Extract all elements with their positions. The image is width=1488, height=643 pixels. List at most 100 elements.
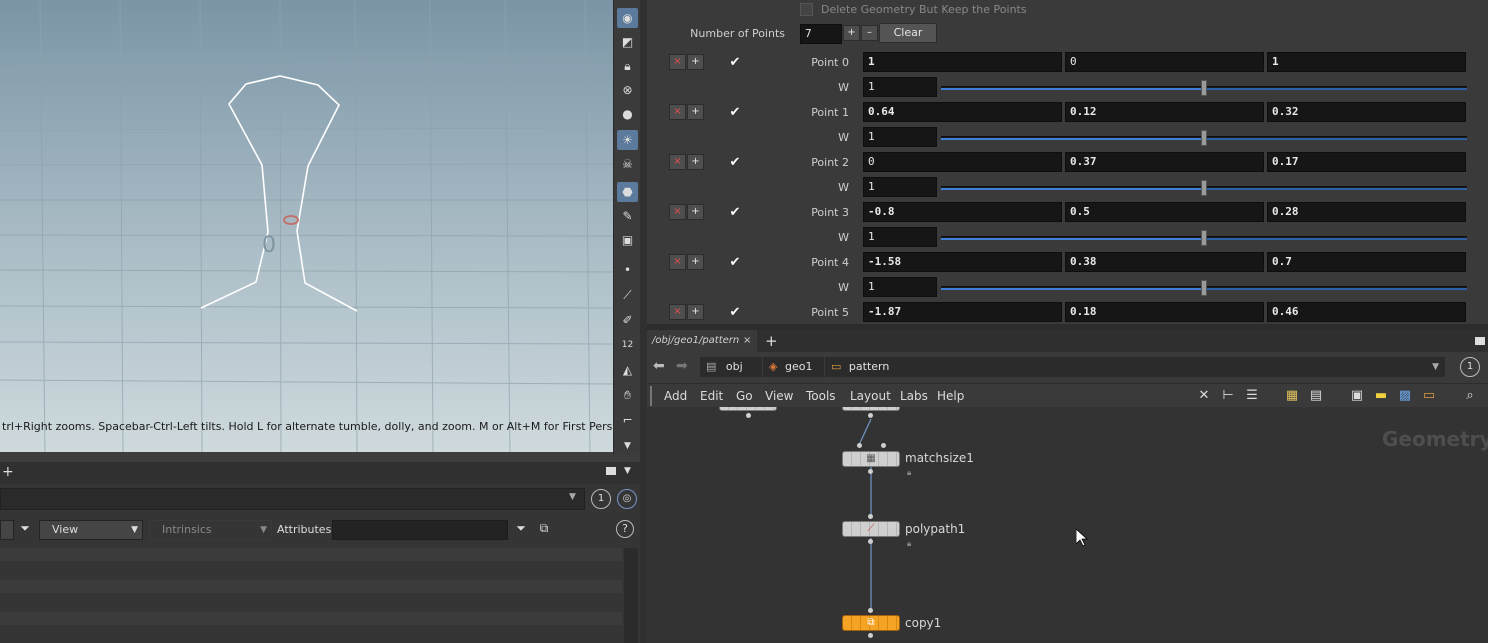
menu-tools[interactable]: Tools	[806, 384, 836, 408]
point-enable-checkbox[interactable]: ✔	[728, 106, 742, 120]
point-enable-checkbox[interactable]: ✔	[728, 56, 742, 70]
point-enable-checkbox[interactable]: ✔	[728, 156, 742, 170]
menu-add[interactable]: Add	[664, 384, 687, 408]
breadcrumb-geo1[interactable]: ◈ geo1	[763, 357, 824, 377]
delete-geometry-checkbox[interactable]	[800, 3, 813, 16]
scene-viewport[interactable]: 0 trl+Right zooms. Spacebar-Ctrl-Left ti…	[0, 0, 613, 455]
point-z-field[interactable]: 0.28	[1267, 202, 1466, 222]
point-weight-field[interactable]: 1	[863, 177, 937, 197]
weight-slider[interactable]	[941, 80, 1467, 96]
search-icon[interactable]: ⌕	[1462, 388, 1478, 404]
grid-icon[interactable]: ▤	[1308, 388, 1324, 404]
remove-point-button[interactable]: ×	[669, 304, 686, 320]
menu-go[interactable]: Go	[736, 384, 753, 408]
lock-icon[interactable]: 🔒︎	[617, 56, 638, 76]
weight-slider-handle[interactable]	[1201, 80, 1207, 96]
weight-slider[interactable]	[941, 130, 1467, 146]
point-x-field[interactable]: -1.87	[863, 302, 1062, 322]
point-y-field[interactable]: 0.12	[1065, 102, 1264, 122]
maximize-icon[interactable]	[606, 467, 616, 475]
point-weight-field[interactable]: 1	[863, 227, 937, 247]
number-of-points-field[interactable]: 7	[800, 24, 842, 44]
skull-icon[interactable]: ☠	[617, 154, 638, 174]
point-x-field[interactable]: 0	[863, 152, 1062, 172]
add-point-button[interactable]: +	[843, 25, 860, 41]
menu-labs[interactable]: Labs	[900, 384, 928, 408]
point-z-field[interactable]: 1	[1267, 52, 1466, 72]
network-box-icon[interactable]: ▭	[1421, 388, 1437, 404]
list-icon[interactable]: ☰	[1244, 388, 1260, 404]
point-enable-checkbox[interactable]: ✔	[728, 206, 742, 220]
forward-arrow-icon[interactable]: ➡	[676, 358, 688, 374]
brush-icon[interactable]: ⟋	[617, 285, 638, 305]
weight-slider-handle[interactable]	[1201, 230, 1207, 246]
image-icon[interactable]: ▩	[1397, 388, 1413, 404]
weight-slider-handle[interactable]	[1201, 130, 1207, 146]
eye-icon[interactable]: ◉	[617, 8, 638, 28]
dot-icon[interactable]: •	[617, 260, 638, 280]
weight-slider[interactable]	[941, 180, 1467, 196]
menu-view[interactable]: View	[765, 384, 793, 408]
node-polypath1[interactable]: ⟋	[842, 521, 900, 537]
remove-point-button[interactable]: ×	[669, 204, 686, 220]
tab-pattern[interactable]: /obj/geo1/pattern ×	[647, 330, 757, 352]
insert-point-button[interactable]: +	[687, 154, 704, 170]
point-enable-checkbox[interactable]: ✔	[728, 256, 742, 270]
weight-slider-handle[interactable]	[1201, 280, 1207, 296]
camera-icon[interactable]: ⬣	[617, 182, 638, 202]
back-arrow-icon[interactable]: ⬅	[653, 358, 665, 374]
lock-icon[interactable]: 🔒︎	[907, 468, 911, 478]
weight-slider-handle[interactable]	[1201, 180, 1207, 196]
point-z-field[interactable]: 0.17	[1267, 152, 1466, 172]
help-button[interactable]: ?	[616, 520, 634, 538]
export-icon[interactable]: ⧉	[536, 521, 552, 537]
point-x-field[interactable]: 0.64	[863, 102, 1062, 122]
point-y-field[interactable]: 0.38	[1065, 252, 1264, 272]
insert-point-button[interactable]: +	[687, 254, 704, 270]
remove-point-button[interactable]: ×	[669, 254, 686, 270]
insert-point-button[interactable]: +	[687, 304, 704, 320]
spreadsheet-path-field[interactable]: ▼	[0, 488, 585, 510]
remove-point-button[interactable]: ×	[669, 104, 686, 120]
point-weight-field[interactable]: 1	[863, 127, 937, 147]
point-y-field[interactable]: 0	[1065, 52, 1264, 72]
weight-slider[interactable]	[941, 230, 1467, 246]
menu-help[interactable]: Help	[937, 384, 964, 408]
pin-number[interactable]: 1	[591, 489, 611, 509]
eyedropper-icon[interactable]: ✎	[617, 206, 638, 226]
remove-point-button[interactable]: ×	[669, 54, 686, 70]
palette-icon[interactable]: ▣	[617, 230, 638, 250]
filter-icon[interactable]: ⏷	[16, 521, 34, 539]
hand-icon[interactable]: ✋︎	[617, 385, 638, 405]
breadcrumb-pattern[interactable]: ▭ pattern ▼	[825, 357, 1445, 377]
chevron-down-icon[interactable]: ▼	[569, 492, 576, 502]
wrench-icon[interactable]: ✕	[1196, 388, 1212, 404]
point-x-field[interactable]: 1	[863, 52, 1062, 72]
maximize-icon[interactable]	[1475, 337, 1485, 345]
point-z-field[interactable]: 0.7	[1267, 252, 1466, 272]
tree-icon[interactable]: ⊢	[1220, 388, 1236, 404]
mode-select[interactable]	[0, 520, 14, 540]
table-row[interactable]	[0, 580, 622, 593]
lock-icon[interactable]: 🔒︎	[907, 539, 911, 549]
scrollbar[interactable]	[624, 548, 638, 643]
select-geometry-icon[interactable]: ◩	[617, 32, 638, 52]
close-icon[interactable]: ×	[743, 330, 751, 352]
point-y-field[interactable]: 0.18	[1065, 302, 1264, 322]
pin-number[interactable]: 1	[1460, 357, 1480, 377]
pen-icon[interactable]: ✐	[617, 310, 638, 330]
point-weight-field[interactable]: 1	[863, 277, 937, 297]
attributes-filter-input[interactable]	[332, 520, 508, 540]
weight-slider[interactable]	[941, 280, 1467, 296]
bucket-icon[interactable]: ◭	[617, 360, 638, 380]
view-select[interactable]: View ▼	[39, 520, 143, 540]
chevron-down-icon[interactable]: ▼	[617, 436, 638, 456]
filter-icon[interactable]: ⏷	[512, 521, 530, 539]
cross-ghost-icon[interactable]: ⊗	[617, 80, 638, 100]
insert-point-button[interactable]: +	[687, 54, 704, 70]
point-weight-field[interactable]: 1	[863, 77, 937, 97]
point-x-field[interactable]: -1.58	[863, 252, 1062, 272]
node-matchsize1[interactable]: ▦	[842, 451, 900, 467]
sphere-icon[interactable]: ●	[617, 104, 638, 124]
point-enable-checkbox[interactable]: ✔	[728, 306, 742, 320]
